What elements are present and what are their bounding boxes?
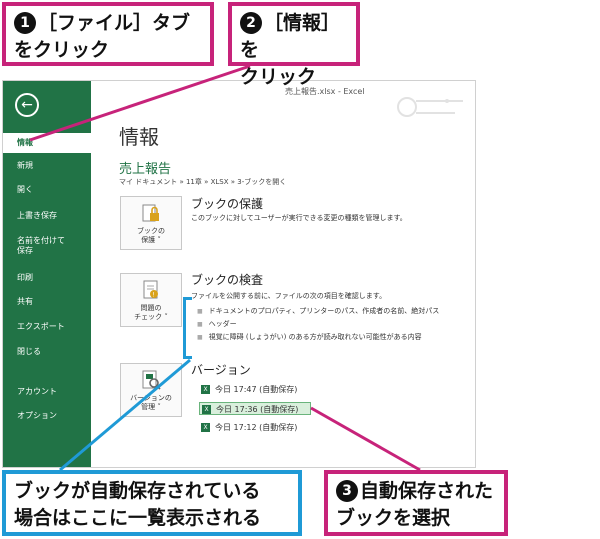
inspect-bullet: ドキュメントのプロパティ、プリンターのパス、作成者の名前、絶対パス	[197, 306, 440, 316]
callout-text: 場合はここに一覧表示される	[14, 507, 262, 529]
button-label: チェック ˅	[134, 313, 168, 321]
sidebar-item-label: 閉じる	[17, 347, 41, 356]
sidebar-item-label: エクスポート	[17, 322, 65, 331]
callout-step-2: 2 ［情報］を クリック	[228, 2, 360, 88]
callout-text: をクリック	[14, 39, 110, 61]
version-item[interactable]: X 今日 17:12 (自動保存)	[199, 421, 311, 434]
page-title: 情報	[119, 125, 159, 149]
sidebar-item-save-as[interactable]: 名前を付けて 保存	[3, 236, 91, 256]
sidebar-item-info[interactable]: 情報	[3, 133, 91, 153]
inspect-description: ファイルを公開する前に、ファイルの次の項目を確認します。	[191, 292, 387, 300]
sidebar-item-label: 保存	[17, 246, 33, 255]
back-arrow-icon[interactable]: ←	[15, 93, 39, 117]
check-issues-button[interactable]: ! 問題の チェック ˅	[120, 273, 182, 327]
sidebar-item-label: オプション	[17, 411, 57, 420]
protect-title: ブックの保護	[191, 197, 264, 211]
excel-file-icon: X	[202, 405, 211, 414]
callout-step-3: 3 自動保存された ブックを選択	[324, 470, 508, 536]
protect-workbook-button[interactable]: ブックの 保護 ˅	[120, 196, 182, 250]
sidebar-item-label: 開く	[17, 185, 33, 194]
callout-step-1: 1 ［ファイル］タブ をクリック	[2, 2, 214, 66]
sidebar-item-account[interactable]: アカウント	[3, 387, 91, 397]
button-label: 管理 ˅	[141, 403, 161, 411]
protect-description: このブックに対してユーザーが実行できる変更の種類を管理します。	[191, 214, 407, 222]
version-item-selected[interactable]: X 今日 17:36 (自動保存)	[199, 402, 311, 415]
button-label: バージョンの	[130, 394, 172, 402]
document-path[interactable]: マイ ドキュメント » 11章 » XLSX » 3-ブックを開く	[119, 177, 286, 187]
version-label: 今日 17:12 (自動保存)	[215, 423, 298, 432]
inspect-bullet: 視覚に障碍 (しょうがい) のある方が読み取れない可能性がある内容	[197, 332, 422, 342]
sidebar-item-label: 情報	[17, 138, 33, 147]
sidebar-item-label: 名前を付けて	[17, 236, 65, 245]
callout-text: クリック	[240, 66, 317, 88]
manage-versions-button[interactable]: バージョンの 管理 ˅	[120, 363, 182, 417]
inspect-document-icon: !	[143, 280, 158, 299]
svg-text:!: !	[153, 292, 155, 299]
sidebar-item-new[interactable]: 新規	[3, 161, 91, 171]
version-list-highlight	[183, 297, 192, 359]
sidebar-item-export[interactable]: エクスポート	[3, 322, 91, 332]
excel-file-icon: X	[201, 385, 210, 394]
excel-file-icon: X	[201, 423, 210, 432]
versions-title: バージョン	[191, 363, 251, 377]
callout-text: ブックが自動保存されている	[14, 480, 261, 502]
callout-text: ［ファイル］タブ	[38, 12, 191, 34]
sidebar-item-share[interactable]: 共有	[3, 297, 91, 307]
sidebar-item-label: アカウント	[17, 387, 57, 396]
sidebar-item-open[interactable]: 開く	[3, 185, 91, 195]
file-sidebar: ← 情報 新規 開く 上書き保存 名前を付けて 保存 印刷 共有 エクスポート 閉…	[3, 81, 91, 467]
sidebar-item-print[interactable]: 印刷	[3, 273, 91, 283]
step-number: 1	[14, 12, 36, 34]
callout-autosave-info: ブックが自動保存されている 場合はここに一覧表示される	[2, 470, 302, 536]
button-label: ブックの	[137, 227, 165, 235]
lock-icon	[142, 204, 159, 222]
button-label: 問題の	[140, 304, 162, 312]
step-number: 3	[336, 480, 358, 502]
callout-text: ブックを選択	[336, 507, 451, 529]
inspect-title: ブックの検査	[191, 273, 264, 287]
sidebar-item-label: 共有	[17, 297, 33, 306]
sidebar-item-label: 印刷	[17, 273, 33, 282]
sidebar-item-label: 上書き保存	[17, 211, 57, 220]
versions-magnifier-icon	[142, 370, 161, 390]
version-item[interactable]: X 今日 17:47 (自動保存)	[199, 383, 311, 396]
button-label: 保護 ˅	[141, 236, 161, 244]
sidebar-item-save[interactable]: 上書き保存	[3, 211, 91, 221]
excel-backstage-window: ← 情報 新規 開く 上書き保存 名前を付けて 保存 印刷 共有 エクスポート 閉…	[2, 80, 476, 468]
sidebar-item-label: 新規	[17, 161, 33, 170]
decorative-circuit-icon	[397, 97, 463, 117]
sidebar-item-options[interactable]: オプション	[3, 411, 91, 421]
step-number: 2	[240, 12, 262, 34]
inspect-bullet: ヘッダー	[197, 319, 237, 329]
callout-text: 自動保存された	[360, 480, 494, 502]
document-name: 売上報告	[119, 162, 172, 177]
version-label: 今日 17:47 (自動保存)	[215, 385, 298, 394]
sidebar-item-close[interactable]: 閉じる	[3, 347, 91, 357]
version-label: 今日 17:36 (自動保存)	[216, 405, 299, 414]
